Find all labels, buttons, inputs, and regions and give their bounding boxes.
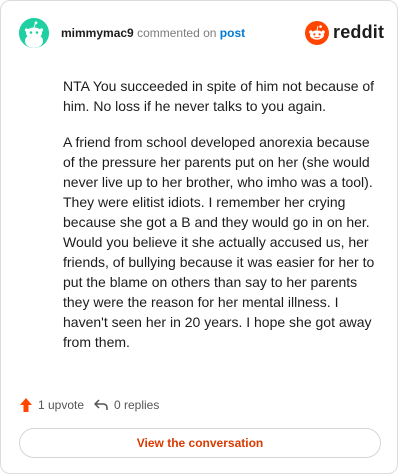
upvote-count: 1 upvote [38, 398, 85, 412]
commented-on-text: commented on [137, 26, 217, 40]
comment-embed-card: mimmymac9 commented on post reddit NTA Y… [0, 0, 398, 474]
upvote-arrow-icon [20, 398, 32, 412]
user-avatar[interactable] [19, 18, 49, 48]
reddit-logo-icon [305, 21, 329, 45]
comment-paragraph: NTA You succeeded in spite of him not be… [63, 78, 375, 114]
comment-body: NTA You succeeded in spite of him not be… [63, 76, 383, 368]
snoo-avatar-icon [19, 18, 49, 48]
post-link[interactable]: post [220, 26, 245, 40]
username-link[interactable]: mimmymac9 [61, 26, 134, 40]
comment-header: mimmymac9 commented on post reddit [19, 18, 385, 52]
reddit-wordmark: reddit [333, 22, 385, 42]
replies-count: 0 replies [114, 398, 160, 412]
comment-meta: mimmymac9 commented on post [61, 26, 245, 40]
reply-arrow-icon [94, 399, 108, 410]
reddit-brand[interactable]: reddit [305, 20, 385, 46]
view-conversation-button[interactable]: View the conversation [19, 428, 381, 458]
upvote-button[interactable]: 1 upvote [19, 395, 84, 415]
replies-button[interactable]: 0 replies [93, 395, 159, 415]
comment-paragraph: A friend from school developed anorexia … [63, 134, 375, 350]
